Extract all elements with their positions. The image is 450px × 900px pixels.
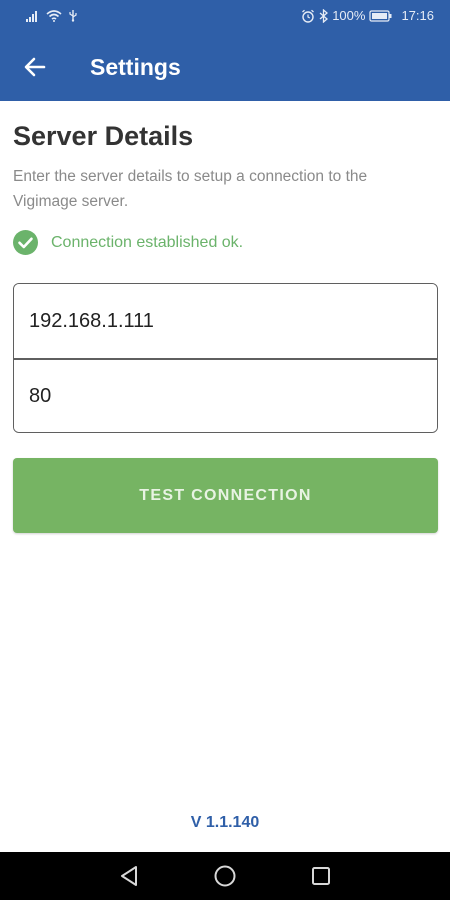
server-address-input[interactable] — [14, 284, 437, 358]
version-label: V 1.1.140 — [190, 814, 260, 831]
server-input-group — [13, 283, 438, 433]
battery-percent: 100% — [332, 8, 366, 23]
signal-icon — [26, 10, 37, 22]
back-button[interactable] — [20, 52, 50, 82]
header: 100% 17:16 Settings — [0, 0, 450, 101]
navigation-bar — [0, 852, 450, 900]
nav-recents-icon — [312, 867, 330, 885]
app-bar-title: Settings — [90, 54, 181, 80]
bluetooth-icon — [319, 8, 329, 23]
battery-icon — [369, 9, 392, 22]
status-bar: 100% 17:16 — [0, 0, 450, 32]
port-input[interactable] — [14, 359, 437, 432]
nav-home-icon — [214, 865, 236, 887]
nav-recents-button[interactable] — [309, 864, 333, 888]
status-bar-left — [26, 9, 78, 22]
test-connection-button[interactable]: TEST CONNECTION — [13, 458, 438, 533]
check-circle-icon — [13, 230, 38, 255]
page-description: Enter the server details to setup a conn… — [13, 168, 368, 210]
wifi-icon — [46, 9, 62, 22]
usb-icon — [69, 10, 77, 22]
nav-back-icon — [121, 866, 137, 886]
status-bar-right: 100% 17:16 — [301, 8, 434, 23]
connection-status-text: Connection established ok. — [51, 233, 244, 251]
arrow-left-icon — [24, 57, 46, 77]
settings-screen: 100% 17:16 Settings Server Details Enter… — [0, 0, 450, 900]
alarm-icon — [302, 9, 315, 23]
nav-home-button[interactable] — [213, 864, 237, 888]
connection-status: Connection established ok. — [13, 230, 243, 255]
status-time: 17:16 — [401, 8, 434, 23]
page-title: Server Details — [13, 121, 194, 151]
nav-back-button[interactable] — [117, 864, 141, 888]
app-bar: Settings — [0, 32, 450, 101]
